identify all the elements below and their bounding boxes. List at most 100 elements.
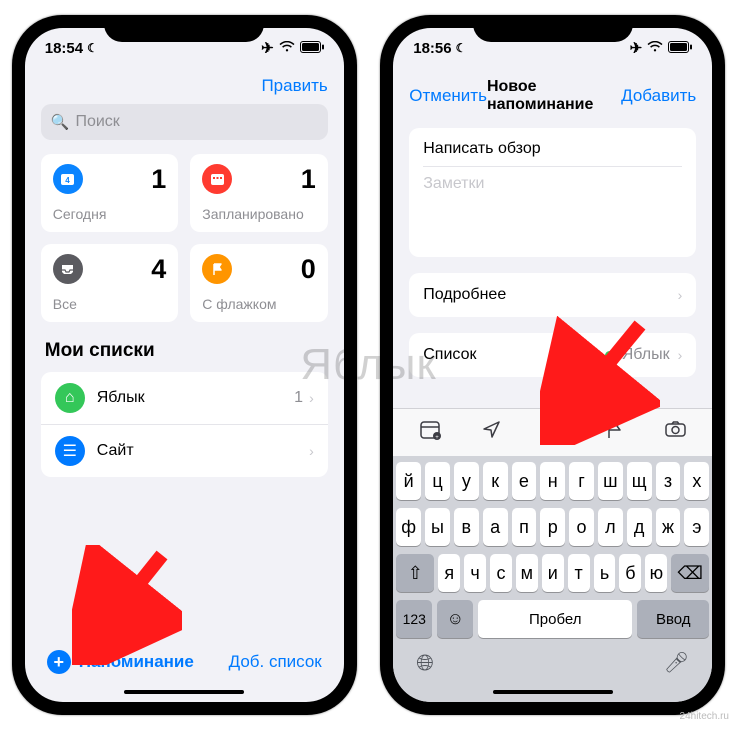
- letter-key[interactable]: и: [542, 554, 564, 592]
- house-icon: ⌂: [55, 383, 85, 413]
- status-time: 18:54: [45, 40, 83, 57]
- return-key[interactable]: Ввод: [637, 600, 709, 638]
- credit-text: 24hitech.ru: [680, 711, 729, 722]
- card-all-label: Все: [53, 296, 167, 312]
- airplane-icon: ✈︎: [630, 39, 643, 57]
- keyboard-row-3: ⇧ ячсмитьбю ⌫: [396, 554, 709, 592]
- letter-key[interactable]: е: [512, 462, 537, 500]
- letter-key[interactable]: э: [684, 508, 709, 546]
- chevron-right-icon: ›: [309, 390, 314, 406]
- letter-key[interactable]: в: [454, 508, 479, 546]
- letter-key[interactable]: ш: [598, 462, 623, 500]
- numbers-key[interactable]: 123: [396, 600, 432, 638]
- letter-key[interactable]: д: [627, 508, 652, 546]
- card-flagged-label: С флажком: [202, 296, 316, 312]
- edit-button[interactable]: Править: [261, 76, 327, 95]
- letter-key[interactable]: ж: [656, 508, 681, 546]
- letter-key[interactable]: м: [516, 554, 538, 592]
- flag-tool-icon[interactable]: [594, 419, 634, 446]
- location-tool-icon[interactable]: [471, 419, 511, 446]
- letter-key[interactable]: л: [598, 508, 623, 546]
- list-value: Яблык: [622, 346, 670, 364]
- letter-key[interactable]: к: [483, 462, 508, 500]
- letter-key[interactable]: ц: [425, 462, 450, 500]
- details-row[interactable]: Подробнее ›: [409, 273, 696, 317]
- letter-key[interactable]: п: [512, 508, 537, 546]
- airplane-icon: ✈︎: [261, 39, 274, 57]
- card-today[interactable]: 4 1 Сегодня: [41, 154, 179, 232]
- camera-tool-icon[interactable]: [656, 419, 696, 446]
- home-indicator[interactable]: [493, 690, 613, 694]
- list-name: Яблык: [97, 389, 294, 407]
- notch: [104, 15, 264, 42]
- card-today-count: 1: [151, 164, 166, 195]
- letter-key[interactable]: ф: [396, 508, 421, 546]
- mic-icon[interactable]: 🎤︎: [664, 650, 689, 676]
- hashtag-tool-icon[interactable]: #: [533, 419, 573, 446]
- new-reminder-label: Напоминание: [79, 652, 194, 672]
- letter-key[interactable]: ь: [594, 554, 616, 592]
- space-key[interactable]: Пробел: [478, 600, 632, 638]
- letter-key[interactable]: г: [569, 462, 594, 500]
- letter-key[interactable]: н: [540, 462, 565, 500]
- letter-key[interactable]: ю: [645, 554, 667, 592]
- letter-key[interactable]: ы: [425, 508, 450, 546]
- my-lists-title: Мои списки: [45, 340, 328, 362]
- cancel-button[interactable]: Отменить: [409, 86, 487, 106]
- list-name: Сайт: [97, 442, 303, 460]
- battery-icon: [668, 40, 692, 57]
- letter-key[interactable]: с: [490, 554, 512, 592]
- notch: [473, 15, 633, 42]
- globe-icon[interactable]: 🌐︎: [416, 650, 434, 676]
- emoji-key[interactable]: ☺: [437, 600, 473, 638]
- letter-key[interactable]: р: [540, 508, 565, 546]
- letter-key[interactable]: б: [619, 554, 641, 592]
- calendar-tool-icon[interactable]: +: [410, 419, 450, 446]
- new-reminder-button[interactable]: + Напоминание: [47, 650, 194, 674]
- screen-new-reminder: 18:56 ☾ ✈︎ Отменить Новое напоминание До…: [393, 28, 712, 702]
- add-button[interactable]: Добавить: [621, 86, 696, 106]
- dnd-moon-icon: ☾: [456, 41, 467, 55]
- list-picker-row[interactable]: Список Яблык ›: [409, 333, 696, 377]
- phone-left: 18:54 ☾ ✈︎ Править 🔍 Поиск 4 1: [12, 15, 357, 715]
- add-list-button[interactable]: Доб. список: [229, 652, 322, 672]
- letter-key[interactable]: щ: [627, 462, 652, 500]
- wifi-icon: [279, 40, 295, 57]
- letter-key[interactable]: й: [396, 462, 421, 500]
- reminder-title-input[interactable]: Написать обзор: [423, 140, 682, 167]
- home-indicator[interactable]: [124, 690, 244, 694]
- search-placeholder: Поиск: [75, 113, 119, 131]
- shift-key[interactable]: ⇧: [396, 554, 434, 592]
- letter-key[interactable]: у: [454, 462, 479, 500]
- reminder-notes-input[interactable]: Заметки: [423, 175, 682, 245]
- status-time: 18:56: [413, 40, 451, 57]
- letter-key[interactable]: о: [569, 508, 594, 546]
- reminder-form-card: Написать обзор Заметки: [409, 128, 696, 257]
- keyboard-row-1: йцукенгшщзх: [396, 462, 709, 500]
- letter-key[interactable]: я: [438, 554, 460, 592]
- letter-key[interactable]: х: [684, 462, 709, 500]
- letter-key[interactable]: з: [656, 462, 681, 500]
- flag-icon: [202, 254, 232, 284]
- inbox-icon: [53, 254, 83, 284]
- calendar-today-icon: 4: [53, 164, 83, 194]
- backspace-key[interactable]: ⌫: [671, 554, 709, 592]
- card-scheduled[interactable]: 1 Запланировано: [190, 154, 328, 232]
- chevron-right-icon: ›: [678, 287, 683, 303]
- letter-key[interactable]: т: [568, 554, 590, 592]
- card-scheduled-count: 1: [301, 164, 316, 195]
- list-row-site[interactable]: ☰ Сайт ›: [41, 425, 328, 477]
- card-flagged[interactable]: 0 С флажком: [190, 244, 328, 322]
- letter-key[interactable]: ч: [464, 554, 486, 592]
- modal-nav-bar: Отменить Новое напоминание Добавить: [393, 68, 712, 124]
- list-count: 1: [294, 389, 303, 407]
- keyboard-row-4: 123 ☺ Пробел Ввод: [396, 600, 709, 638]
- svg-text:+: +: [435, 435, 439, 440]
- list-color-dot: [605, 351, 614, 360]
- card-all[interactable]: 4 Все: [41, 244, 179, 322]
- list-row-yablyk[interactable]: ⌂ Яблык 1 ›: [41, 372, 328, 425]
- search-input[interactable]: 🔍 Поиск: [41, 104, 328, 140]
- card-scheduled-label: Запланировано: [202, 206, 316, 222]
- quick-toolbar: + #: [393, 408, 712, 456]
- letter-key[interactable]: а: [483, 508, 508, 546]
